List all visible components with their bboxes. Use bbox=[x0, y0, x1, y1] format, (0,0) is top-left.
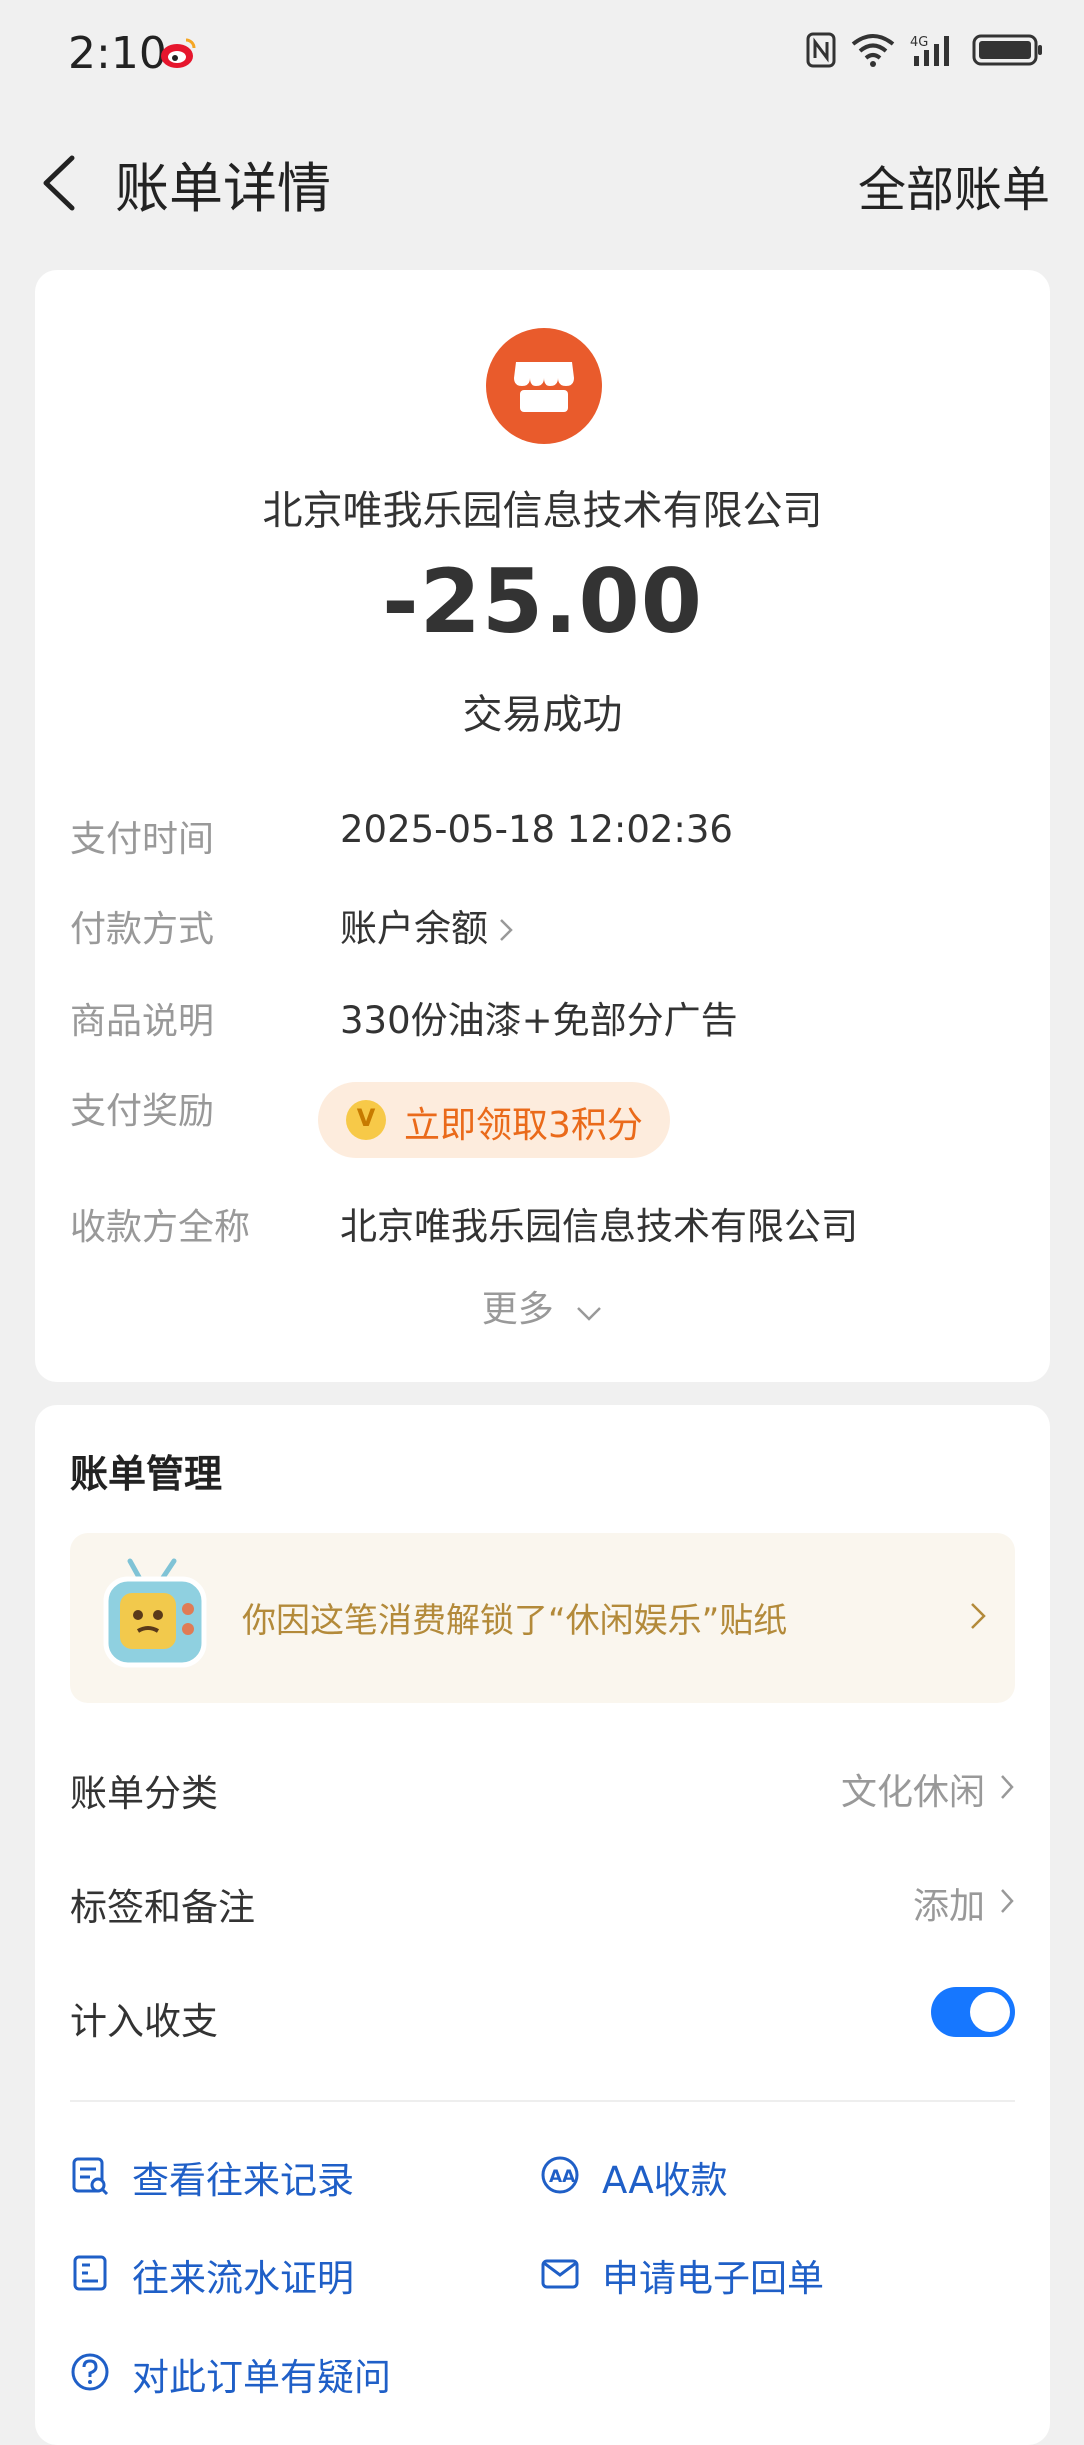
tv-sticker-icon bbox=[100, 1557, 210, 1681]
bill-detail-card: 北京唯我乐园信息技术有限公司 -25.00 交易成功 支付时间 2025-05-… bbox=[35, 270, 1050, 1382]
pay-reward-label: 支付奖励 bbox=[70, 1091, 215, 1132]
chevron-right-icon bbox=[969, 1601, 987, 1635]
divider bbox=[70, 2100, 1015, 2102]
include-in-stats-toggle[interactable] bbox=[931, 1987, 1015, 2037]
status-time: 2:10 bbox=[68, 28, 167, 79]
e-receipt-button[interactable]: 申请电子回单 bbox=[540, 2248, 824, 2302]
weibo-icon bbox=[160, 36, 198, 70]
svg-text:AA: AA bbox=[549, 2167, 576, 2187]
management-title: 账单管理 bbox=[70, 1452, 223, 1496]
pay-time-label: 支付时间 bbox=[70, 819, 215, 860]
svg-text:4G: 4G bbox=[910, 35, 928, 50]
category-selector[interactable]: 文化休闲 bbox=[841, 1763, 1015, 1815]
store-icon bbox=[486, 328, 602, 444]
sticker-banner[interactable]: 你因这笔消费解锁了“休闲娱乐”贴纸 bbox=[70, 1533, 1015, 1703]
chevron-right-icon bbox=[498, 909, 514, 952]
product-desc-label: 商品说明 bbox=[70, 1001, 215, 1042]
pay-method-label: 付款方式 bbox=[70, 909, 215, 950]
category-value: 文化休闲 bbox=[840, 1772, 985, 1813]
chevron-down-icon bbox=[575, 1291, 603, 1332]
coin-icon: V bbox=[346, 1100, 386, 1140]
nav-bar: 账单详情 全部账单 bbox=[0, 130, 1084, 230]
claim-points-button[interactable]: V 立即领取3积分 bbox=[318, 1082, 670, 1158]
transaction-status: 交易成功 bbox=[462, 692, 623, 738]
aa-collect-label: AA收款 bbox=[602, 2159, 728, 2202]
chevron-right-icon bbox=[999, 1769, 1015, 1810]
status-icons: 4G bbox=[806, 32, 1044, 68]
bill-management-card: 账单管理 你因这笔消费解锁了“休闲娱乐”贴纸 账单分类 文化休闲 标签和备注 添… bbox=[35, 1405, 1050, 2445]
tags-notes-label: 标签和备注 bbox=[70, 1886, 255, 1929]
question-icon bbox=[70, 2352, 110, 2396]
tags-add-button[interactable]: 添加 bbox=[913, 1877, 1015, 1929]
tags-value: 添加 bbox=[912, 1886, 985, 1927]
statement-proof-label: 往来流水证明 bbox=[132, 2257, 354, 2300]
statement-proof-button[interactable]: 往来流水证明 bbox=[70, 2248, 354, 2302]
claim-points-label: 立即领取3积分 bbox=[404, 1105, 643, 1146]
status-bar: 2:10 4G bbox=[0, 0, 1084, 110]
view-history-label: 查看往来记录 bbox=[132, 2159, 354, 2202]
more-button[interactable]: 更多 bbox=[35, 1280, 1050, 1332]
signal-4g-icon: 4G bbox=[910, 32, 958, 68]
chevron-right-icon bbox=[999, 1883, 1015, 1924]
bill-amount: -25.00 bbox=[382, 550, 703, 653]
back-arrow-icon[interactable] bbox=[36, 152, 88, 214]
wifi-icon bbox=[850, 32, 896, 68]
order-question-label: 对此订单有疑问 bbox=[132, 2356, 391, 2399]
merchant-name: 北京唯我乐园信息技术有限公司 bbox=[262, 488, 823, 534]
category-label: 账单分类 bbox=[70, 1772, 218, 1815]
mail-icon bbox=[540, 2253, 580, 2297]
order-question-button[interactable]: 对此订单有疑问 bbox=[70, 2347, 391, 2401]
page-title: 账单详情 bbox=[115, 157, 331, 220]
view-history-button[interactable]: 查看往来记录 bbox=[70, 2150, 354, 2204]
toggle-knob bbox=[970, 1992, 1010, 2032]
aa-icon: AA bbox=[540, 2155, 580, 2199]
include-in-stats-label: 计入收支 bbox=[70, 2000, 218, 2043]
nfc-icon bbox=[806, 32, 836, 68]
product-desc-value: 330份油漆+免部分广告 bbox=[340, 999, 738, 1042]
payee-name-label: 收款方全称 bbox=[70, 1207, 251, 1248]
more-label: 更多 bbox=[481, 1289, 554, 1330]
document-icon bbox=[70, 2253, 110, 2297]
pay-method-value[interactable]: 账户余额 bbox=[340, 898, 514, 952]
history-record-icon bbox=[70, 2155, 110, 2199]
battery-icon bbox=[972, 32, 1044, 68]
sticker-message: 你因这笔消费解锁了“休闲娱乐”贴纸 bbox=[242, 1601, 788, 1641]
payee-name-value: 北京唯我乐园信息技术有限公司 bbox=[340, 1205, 858, 1248]
e-receipt-label: 申请电子回单 bbox=[602, 2257, 824, 2300]
pay-method-text: 账户余额 bbox=[340, 907, 488, 950]
pay-time-value: 2025-05-18 12:02:36 bbox=[340, 808, 733, 851]
all-bills-link[interactable]: 全部账单 bbox=[858, 150, 1050, 220]
aa-collect-button[interactable]: AA AA收款 bbox=[540, 2150, 728, 2204]
